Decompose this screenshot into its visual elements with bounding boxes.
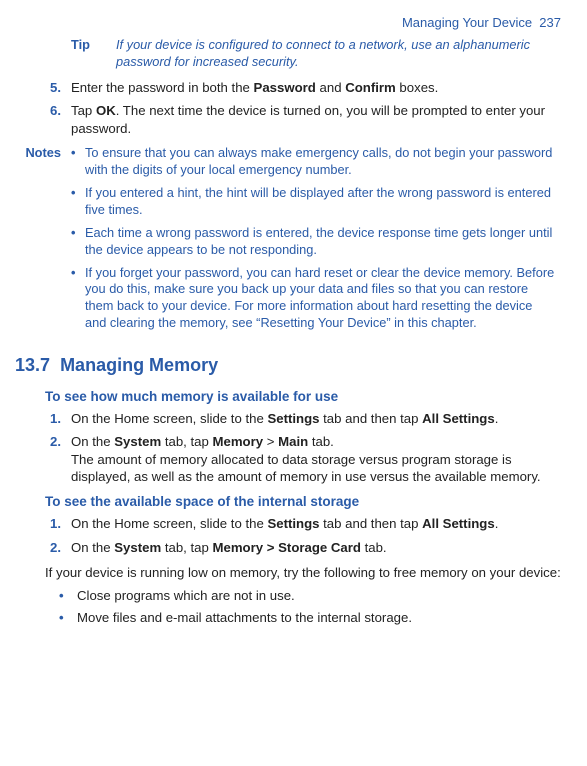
text: On the Home screen, slide to the <box>71 516 267 531</box>
bullet-icon: • <box>59 587 77 604</box>
text: tab, tap <box>161 434 212 449</box>
text: Enter the password in both the <box>71 80 254 95</box>
bold-system: System <box>114 540 161 555</box>
subheading-memory-available: To see how much memory is available for … <box>45 388 561 406</box>
step-text: On the Home screen, slide to the Setting… <box>71 515 561 532</box>
bullet-item: •Move files and e-mail attachments to th… <box>59 609 561 626</box>
bold-system: System <box>114 434 161 449</box>
tip-label: Tip <box>71 37 116 71</box>
step-text: On the Home screen, slide to the Setting… <box>71 410 561 427</box>
free-memory-bullets: •Close programs which are not in use. •M… <box>59 587 561 626</box>
text: On the <box>71 540 114 555</box>
bold-memory-arrow: Memory > <box>213 540 275 555</box>
bullet-item: •Close programs which are not in use. <box>59 587 561 604</box>
bullet-icon: • <box>71 185 85 219</box>
low-memory-paragraph: If your device is running low on memory,… <box>45 564 561 581</box>
step-6: 6. Tap OK. The next time the device is t… <box>15 102 561 137</box>
step-2: 2. On the System tab, tap Memory > Stora… <box>15 539 561 556</box>
note-item: •Each time a wrong password is entered, … <box>71 225 561 259</box>
bold-all-settings: All Settings <box>422 516 495 531</box>
step-1: 1. On the Home screen, slide to the Sett… <box>15 410 561 427</box>
step-number: 5. <box>15 79 71 96</box>
step-text: Enter the password in both the Password … <box>71 79 561 96</box>
notes-block: Notes •To ensure that you can always mak… <box>15 145 561 338</box>
page: Managing Your Device 237 Tip If your dev… <box>0 0 587 650</box>
bullet-icon: • <box>59 609 77 626</box>
bold-password: Password <box>254 80 316 95</box>
text: On the <box>71 434 114 449</box>
text: tab, tap <box>161 540 212 555</box>
text: tab and then tap <box>319 411 422 426</box>
bold-main: Main <box>278 434 308 449</box>
bold-ok: OK <box>96 103 116 118</box>
bullet-text: Close programs which are not in use. <box>77 587 561 604</box>
step-number: 2. <box>15 539 71 556</box>
note-text: If you entered a hint, the hint will be … <box>85 185 561 219</box>
note-text: Each time a wrong password is entered, t… <box>85 225 561 259</box>
tip-text: If your device is configured to connect … <box>116 37 561 71</box>
text: > <box>263 434 278 449</box>
step-text: On the System tab, tap Memory > Main tab… <box>71 433 561 485</box>
text: and <box>316 80 345 95</box>
step-extra-text: The amount of memory allocated to data s… <box>71 452 541 484</box>
tip-block: Tip If your device is configured to conn… <box>71 37 561 71</box>
note-item: •If you entered a hint, the hint will be… <box>71 185 561 219</box>
step-text: Tap OK. The next time the device is turn… <box>71 102 561 137</box>
bold-memory: Memory <box>213 434 264 449</box>
step-1: 1. On the Home screen, slide to the Sett… <box>15 515 561 532</box>
section-title: Managing Memory <box>60 355 218 375</box>
note-text: If you forget your password, you can har… <box>85 265 561 333</box>
bold-settings: Settings <box>267 516 319 531</box>
text: Tap <box>71 103 96 118</box>
bullet-icon: • <box>71 265 85 333</box>
text: boxes. <box>396 80 439 95</box>
bullet-icon: • <box>71 145 85 179</box>
notes-list: •To ensure that you can always make emer… <box>71 145 561 338</box>
note-text: To ensure that you can always make emerg… <box>85 145 561 179</box>
bold-storage-card: Storage Card <box>278 540 361 555</box>
step-number: 1. <box>15 410 71 427</box>
memory-available-steps: 1. On the Home screen, slide to the Sett… <box>15 410 561 486</box>
step-number: 6. <box>15 102 71 137</box>
bullet-icon: • <box>71 225 85 259</box>
text: tab and then tap <box>319 516 422 531</box>
step-2: 2. On the System tab, tap Memory > Main … <box>15 433 561 485</box>
bold-all-settings: All Settings <box>422 411 495 426</box>
section-heading: 13.7 Managing Memory <box>15 354 561 378</box>
running-header: Managing Your Device 237 <box>15 14 561 31</box>
password-steps: 5. Enter the password in both the Passwo… <box>15 79 561 137</box>
step-5: 5. Enter the password in both the Passwo… <box>15 79 561 96</box>
text: On the Home screen, slide to the <box>71 411 267 426</box>
note-item: •To ensure that you can always make emer… <box>71 145 561 179</box>
step-number: 2. <box>15 433 71 485</box>
text: . The next time the device is turned on,… <box>71 103 545 135</box>
internal-storage-steps: 1. On the Home screen, slide to the Sett… <box>15 515 561 556</box>
step-number: 1. <box>15 515 71 532</box>
section-number: 13.7 <box>15 355 50 375</box>
bullet-text: Move files and e-mail attachments to the… <box>77 609 561 626</box>
note-item: •If you forget your password, you can ha… <box>71 265 561 333</box>
text: tab. <box>361 540 387 555</box>
notes-label: Notes <box>15 145 71 338</box>
text: . <box>495 411 499 426</box>
text: . <box>495 516 499 531</box>
header-title: Managing Your Device <box>402 15 532 30</box>
text: tab. <box>308 434 334 449</box>
bold-settings: Settings <box>267 411 319 426</box>
step-text: On the System tab, tap Memory > Storage … <box>71 539 561 556</box>
bold-confirm: Confirm <box>345 80 396 95</box>
page-number: 237 <box>539 15 561 30</box>
subheading-internal-storage: To see the available space of the intern… <box>45 493 561 511</box>
